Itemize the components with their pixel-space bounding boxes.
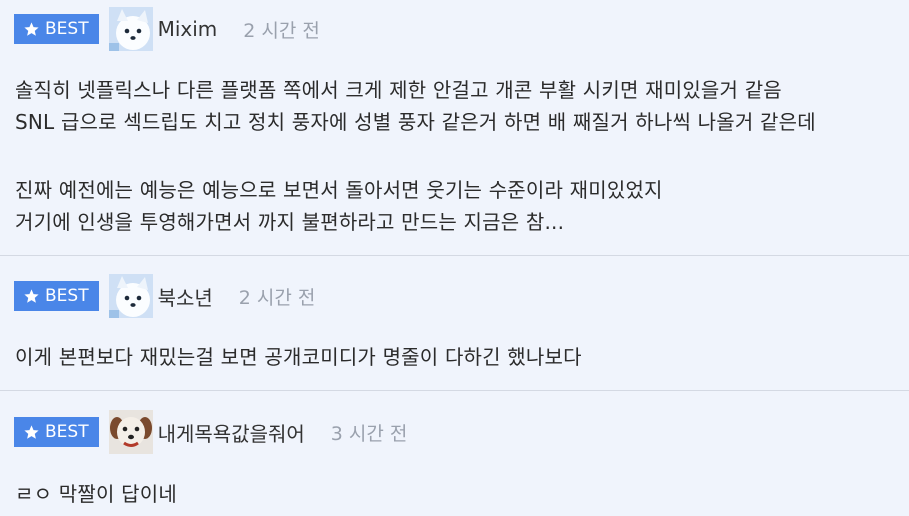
- white-dog-avatar-icon: [108, 7, 153, 51]
- comment-line: 진짜 예전에는 예능은 예능으로 보면서 돌아서면 웃기는 수준이라 재미있었지: [15, 178, 663, 202]
- comment-body: ㄹㅇ 막짤이 답이네: [15, 478, 901, 510]
- comment-item: BEST 내게목욕값을줘어 3 시간 전 ㄹㅇ 막짤이 답이네: [0, 392, 909, 516]
- star-icon: [24, 21, 39, 36]
- timestamp: 2 시간 전: [243, 19, 320, 42]
- avatar[interactable]: [108, 7, 153, 51]
- best-badge-label: BEST: [45, 286, 89, 306]
- comment-item: BEST 북소년 2 시간 전 이게 본편보다 재밌는걸 보면 공개코미디가 명…: [0, 257, 909, 391]
- comment-body: 이게 본편보다 재밌는걸 보면 공개코미디가 명줄이 다하긴 했나보다: [15, 341, 901, 373]
- white-dog-avatar-icon: [108, 274, 153, 318]
- comment-header: BEST 내게목욕값을줘어 3 시간 전: [14, 410, 407, 454]
- comment-header: BEST Mixim 2 시간 전: [14, 7, 320, 51]
- timestamp: 2 시간 전: [238, 286, 316, 309]
- best-badge: BEST: [14, 417, 99, 447]
- avatar[interactable]: [108, 410, 153, 454]
- star-icon: [24, 288, 39, 303]
- comment-body: 솔직히 넷플릭스나 다른 플랫폼 쪽에서 크게 제한 안걸고 개콘 부활 시키면…: [15, 74, 901, 238]
- avatar[interactable]: [108, 274, 153, 318]
- comment-blank-line: [15, 138, 901, 174]
- comment-item: BEST Mixim 2 시간 전 솔직히 넷플릭스나 다른 플랫폼 쪽에서 크…: [0, 0, 909, 256]
- best-badge-label: BEST: [45, 422, 89, 442]
- star-icon: [24, 424, 39, 439]
- comment-line: SNL 급으로 섹드립도 치고 정치 풍자에 성별 풍자 같은거 하면 배 째질…: [15, 110, 816, 134]
- username[interactable]: 내게목욕값을줘어: [158, 418, 305, 447]
- best-badge: BEST: [14, 281, 99, 311]
- comment-line: 이게 본편보다 재밌는걸 보면 공개코미디가 명줄이 다하긴 했나보다: [15, 345, 582, 369]
- comment-line: ㄹㅇ 막짤이 답이네: [15, 482, 177, 506]
- comment-line: 솔직히 넷플릭스나 다른 플랫폼 쪽에서 크게 제한 안걸고 개콘 부활 시키면…: [15, 78, 782, 102]
- username[interactable]: Mixim: [158, 17, 218, 41]
- comment-line: 거기에 인생을 투영해가면서 까지 불편하라고 만드는 지금은 참...: [15, 210, 565, 234]
- puppy-face-avatar-icon: [108, 410, 153, 454]
- best-badge-label: BEST: [45, 19, 89, 39]
- username[interactable]: 북소년: [158, 282, 213, 311]
- timestamp: 3 시간 전: [330, 422, 408, 445]
- comment-header: BEST 북소년 2 시간 전: [14, 274, 315, 318]
- best-badge: BEST: [14, 14, 99, 44]
